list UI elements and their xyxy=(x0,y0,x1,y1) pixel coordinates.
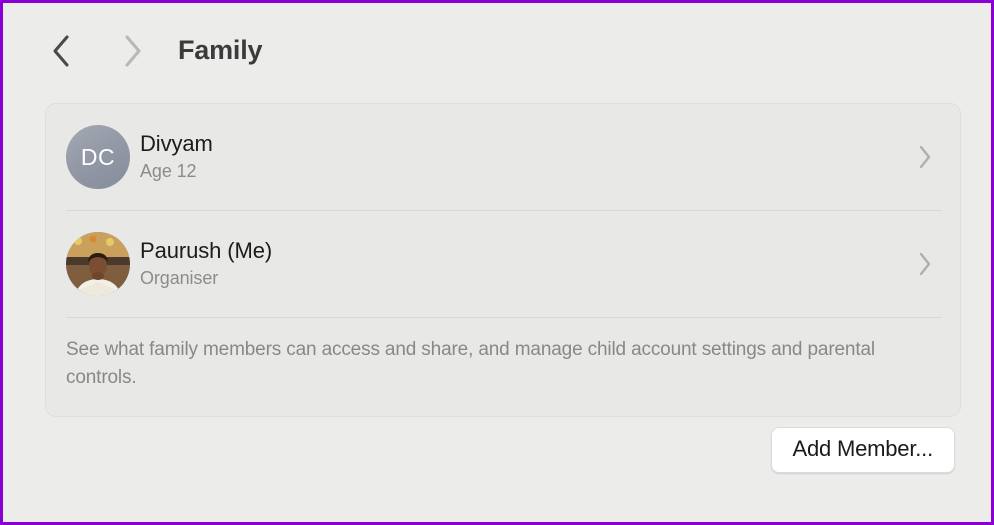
disclosure-chevron-right-icon[interactable] xyxy=(914,142,936,172)
avatar-photo xyxy=(66,232,130,296)
settings-window: Family DC Divyam Age 12 Paurush (Me) Org… xyxy=(0,0,994,525)
avatar-initials-text: DC xyxy=(80,143,116,170)
family-member-row-paurush[interactable]: Paurush (Me) Organiser xyxy=(46,211,960,317)
forward-button[interactable] xyxy=(116,31,150,71)
chevron-left-icon xyxy=(50,34,72,68)
member-subtitle: Organiser xyxy=(140,267,219,288)
back-button[interactable] xyxy=(44,31,78,71)
member-name: Divyam xyxy=(140,130,213,156)
card-footnote: See what family members can access and s… xyxy=(66,339,875,388)
family-members-card: DC Divyam Age 12 Paurush (Me) Organiser … xyxy=(45,103,961,417)
page-title: Family xyxy=(178,34,263,65)
add-member-button[interactable]: Add Member... xyxy=(770,427,955,474)
family-member-row-divyam[interactable]: DC Divyam Age 12 xyxy=(46,104,960,210)
avatar-initials: DC xyxy=(66,125,130,189)
member-subtitle: Age 12 xyxy=(140,160,197,181)
window-toolbar: Family xyxy=(3,3,991,99)
card-footer-actions: Add Member... xyxy=(3,427,991,474)
member-name: Paurush (Me) xyxy=(140,237,273,263)
disclosure-chevron-right-icon[interactable] xyxy=(914,249,936,279)
chevron-right-icon xyxy=(122,34,144,68)
member-text-block: Paurush (Me) Organiser xyxy=(140,238,914,290)
member-text-block: Divyam Age 12 xyxy=(140,131,914,183)
